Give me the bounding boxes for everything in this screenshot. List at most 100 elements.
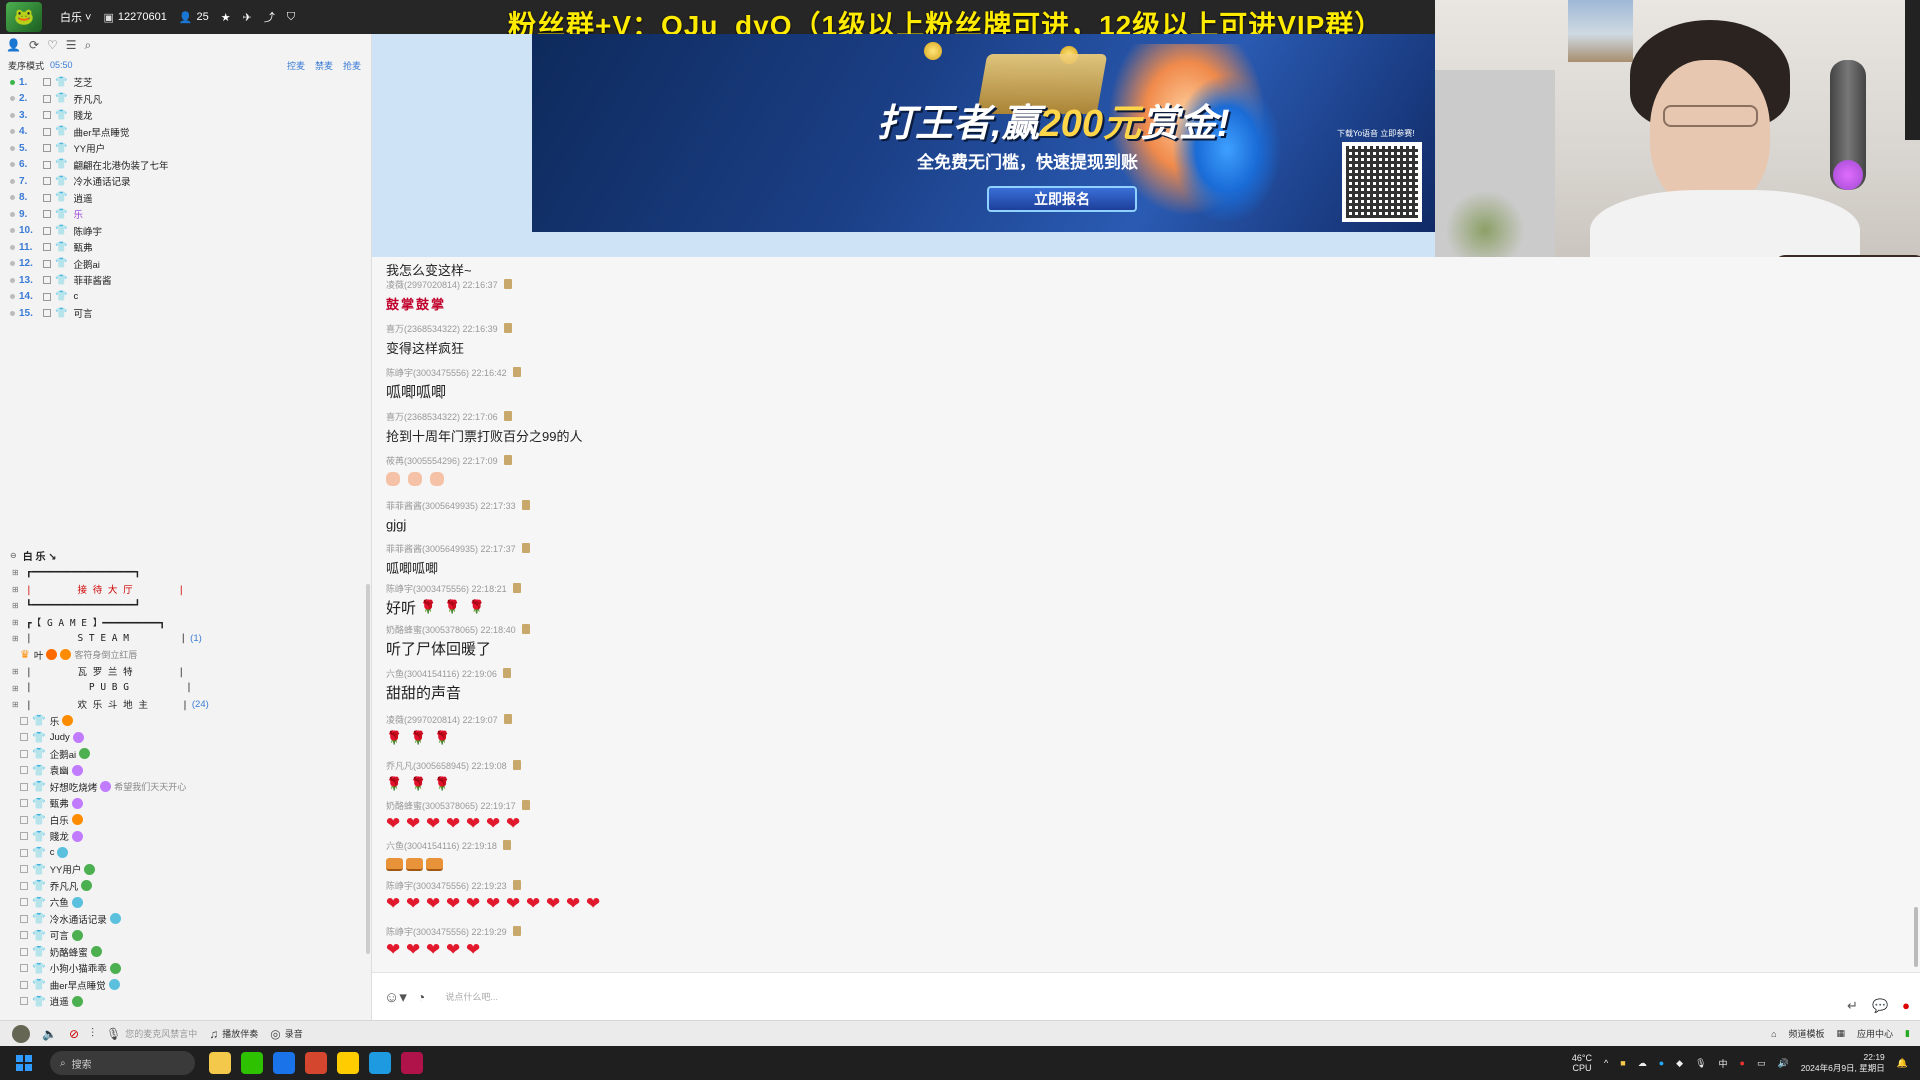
channel-user[interactable]: 👕 袁幽	[0, 762, 366, 779]
chat-message[interactable]: 奶酪蜂蜜(3005378065) 22:19:17	[386, 798, 1886, 838]
channel-user[interactable]: 👕 乐	[0, 713, 366, 730]
weather-widget[interactable]: 46°C CPU	[1572, 1053, 1592, 1073]
register-button[interactable]: 立即报名	[987, 186, 1137, 212]
channel-user[interactable]: 👕 c	[0, 845, 366, 862]
chat-message[interactable]: 陈峥宇(3003475556) 22:19:23	[386, 878, 1886, 924]
queue-item[interactable]: 6. 👕 翩翩在北港伪装了七年	[0, 157, 371, 174]
browser-icon[interactable]	[273, 1052, 295, 1074]
tray-app-icon[interactable]: ☁	[1638, 1058, 1647, 1069]
user-icon[interactable]: 👤	[6, 38, 21, 52]
tree-scrollbar[interactable]	[366, 584, 370, 954]
app-icon[interactable]	[305, 1052, 327, 1074]
queue-item[interactable]: 10. 👕 陈峥宇	[0, 223, 371, 240]
gif-button[interactable]: ◔	[417, 989, 425, 1005]
info-button[interactable]: ⛉	[287, 11, 295, 24]
queue-item[interactable]: 13. 👕 菲菲酱酱	[0, 272, 371, 289]
channel-item[interactable]: ⊞ | P U B G |	[0, 680, 366, 697]
channel-item[interactable]: ⊞ ┏【 G A M E 】━━━━━━━━━━┓	[0, 614, 366, 631]
record-icon[interactable]: ●	[1902, 998, 1910, 1014]
chat-message[interactable]: 喜万(2368534322) 22:17:06 抢到十周年门票打败百分之99的人	[386, 409, 1886, 453]
channel-user[interactable]: 👕 白乐	[0, 812, 366, 829]
channel-user[interactable]: 👕 小狗小猫乖乖	[0, 960, 366, 977]
tray-app-icon[interactable]: ■	[1620, 1058, 1625, 1068]
queue-item[interactable]: 11. 👕 甄弗	[0, 239, 371, 256]
mic-icon[interactable]: 🎙	[1695, 1058, 1706, 1069]
record-button[interactable]: 录音	[285, 1027, 303, 1040]
online-count[interactable]: 👤 25	[179, 11, 209, 24]
chat-message[interactable]: 乔凡凡(3005658945) 22:19:08 🌹 🌹 🌹	[386, 758, 1886, 798]
taskbar-search[interactable]: ⌕ 搜索	[50, 1051, 195, 1075]
favorite-button[interactable]: ★	[221, 11, 231, 24]
chat-message[interactable]: 喜万(2368534322) 22:16:39 变得这样疯狂	[386, 321, 1886, 365]
app-center-button[interactable]: 应用中心	[1857, 1027, 1893, 1040]
channel-user[interactable]: 👕 六鱼	[0, 894, 366, 911]
wechat-icon[interactable]	[241, 1052, 263, 1074]
queue-item[interactable]: 12. 👕 企鹅ai	[0, 256, 371, 273]
notification-icon[interactable]: 🔔	[1897, 1058, 1908, 1069]
heart-icon[interactable]: ♡	[47, 38, 58, 52]
chat-message[interactable]: 莜苒(3005554296) 22:17:09	[386, 453, 1886, 498]
queue-item[interactable]: 9. 👕 乐	[0, 206, 371, 223]
chat-message[interactable]: 奶酪蜂蜜(3005378065) 22:18:40 听了尸体回暖了	[386, 622, 1886, 666]
list-icon[interactable]: ☰	[66, 38, 77, 52]
qr-code[interactable]	[1342, 142, 1422, 222]
equalizer-icon[interactable]: ⫶	[91, 1026, 94, 1041]
channel-user[interactable]: 👕 企鹅ai	[0, 746, 366, 763]
search-icon[interactable]: ⌕	[85, 38, 92, 53]
queue-item[interactable]: 7. 👕 冷水通话记录	[0, 173, 371, 190]
steam-icon[interactable]: ◆	[1676, 1058, 1683, 1069]
grid-icon[interactable]: ▦	[1837, 1028, 1846, 1039]
network-icon[interactable]: ▭	[1757, 1058, 1766, 1069]
channel-item[interactable]: ⊞ | 欢 乐 斗 地 主 | (24)	[0, 696, 366, 713]
tray-app-icon[interactable]: ●	[1659, 1058, 1664, 1068]
channel-item[interactable]: ⊞ | 接 待 大 厅 |	[0, 581, 366, 598]
plane-button[interactable]: ✈	[243, 11, 252, 24]
chevron-up-icon[interactable]: ^	[1604, 1058, 1608, 1068]
ad-banner[interactable]: 打王者,赢200元赏金! 全免费无门槛，快速提现到账 立即报名 下载Yo语音 立…	[532, 34, 1435, 232]
app-icon[interactable]	[369, 1052, 391, 1074]
chat-message[interactable]: 我怎么变这样~	[386, 257, 1886, 278]
file-explorer-icon[interactable]	[209, 1052, 231, 1074]
channel-user[interactable]: 👕 冷水通话记录	[0, 911, 366, 928]
mode-label[interactable]: 麦序模式	[8, 59, 44, 72]
channel-name[interactable]: 白乐 ˅	[60, 9, 91, 25]
channel-user[interactable]: 👕 YY用户	[0, 861, 366, 878]
chat-message[interactable]: 凌薇(2997020814) 22:16:37 鼓掌鼓掌	[386, 277, 1886, 321]
chat-scrollbar[interactable]	[1914, 907, 1918, 967]
volume-icon[interactable]: 🔊	[1777, 1058, 1788, 1069]
channel-user[interactable]: 👕 乔凡凡	[0, 878, 366, 895]
channel-user[interactable]: 👕 奶酪蜂蜜	[0, 944, 366, 961]
home-icon[interactable]: ⌂	[1771, 1029, 1776, 1039]
chat-message[interactable]: 陈峥宇(3003475556) 22:19:29	[386, 924, 1886, 969]
channel-item[interactable]: ⊞ | 瓦 罗 兰 特 |	[0, 663, 366, 680]
clock[interactable]: 22:19 2024年6月9日, 星期日	[1801, 1052, 1885, 1074]
app-icon[interactable]	[401, 1052, 423, 1074]
share-button[interactable]: ⤴	[264, 9, 275, 25]
channel-item[interactable]: ⊞ | S T E A M | (1)	[0, 630, 366, 647]
queue-item[interactable]: 8. 👕 逍遥	[0, 190, 371, 207]
channel-user[interactable]: 👕 甄弗	[0, 795, 366, 812]
channel-item[interactable]: ⊞ ┗━━━━━━━━━━━━━━━━━━┛	[0, 597, 366, 614]
chat-bubble-icon[interactable]: 💬	[1872, 998, 1888, 1014]
channel-user[interactable]: 👕 可言	[0, 927, 366, 944]
template-button[interactable]: 频道模板	[1789, 1027, 1825, 1040]
windows-start-icon[interactable]	[16, 1055, 32, 1071]
control-mic-link[interactable]: 控麦	[287, 59, 305, 72]
app-icon[interactable]	[337, 1052, 359, 1074]
chat-input[interactable]: 说点什么吧...	[445, 990, 498, 1003]
chat-message[interactable]: 六鱼(3004154116) 22:19:06 甜甜的声音	[386, 666, 1886, 712]
queue-item[interactable]: 1. 👕 芝芝	[0, 74, 371, 91]
tray-app-icon[interactable]: ●	[1740, 1058, 1745, 1068]
chat-message[interactable]: 陈峥宇(3003475556) 22:18:21 好听 🌹 🌹 🌹	[386, 581, 1886, 622]
queue-item[interactable]: 15. 👕 可言	[0, 305, 371, 322]
chat-message[interactable]: 陈峥宇(3003475556) 22:16:42 呱唧呱唧	[386, 365, 1886, 409]
mic-muted-icon[interactable]: ⊘	[69, 1027, 79, 1041]
queue-item[interactable]: 14. 👕 c	[0, 289, 371, 306]
webcam-feed[interactable]	[1435, 0, 1920, 272]
ime-indicator[interactable]: 中	[1719, 1057, 1728, 1070]
chat-message[interactable]: 菲菲酱酱(3005649935) 22:17:33 gjgj	[386, 498, 1886, 541]
steam-user[interactable]: ♛ 叶 客符身倒立红唇	[0, 647, 366, 664]
channel-user[interactable]: 👕 Judy	[0, 729, 366, 746]
grab-mic-link[interactable]: 抢麦	[343, 59, 361, 72]
music-icon[interactable]: ♫	[209, 1027, 218, 1041]
